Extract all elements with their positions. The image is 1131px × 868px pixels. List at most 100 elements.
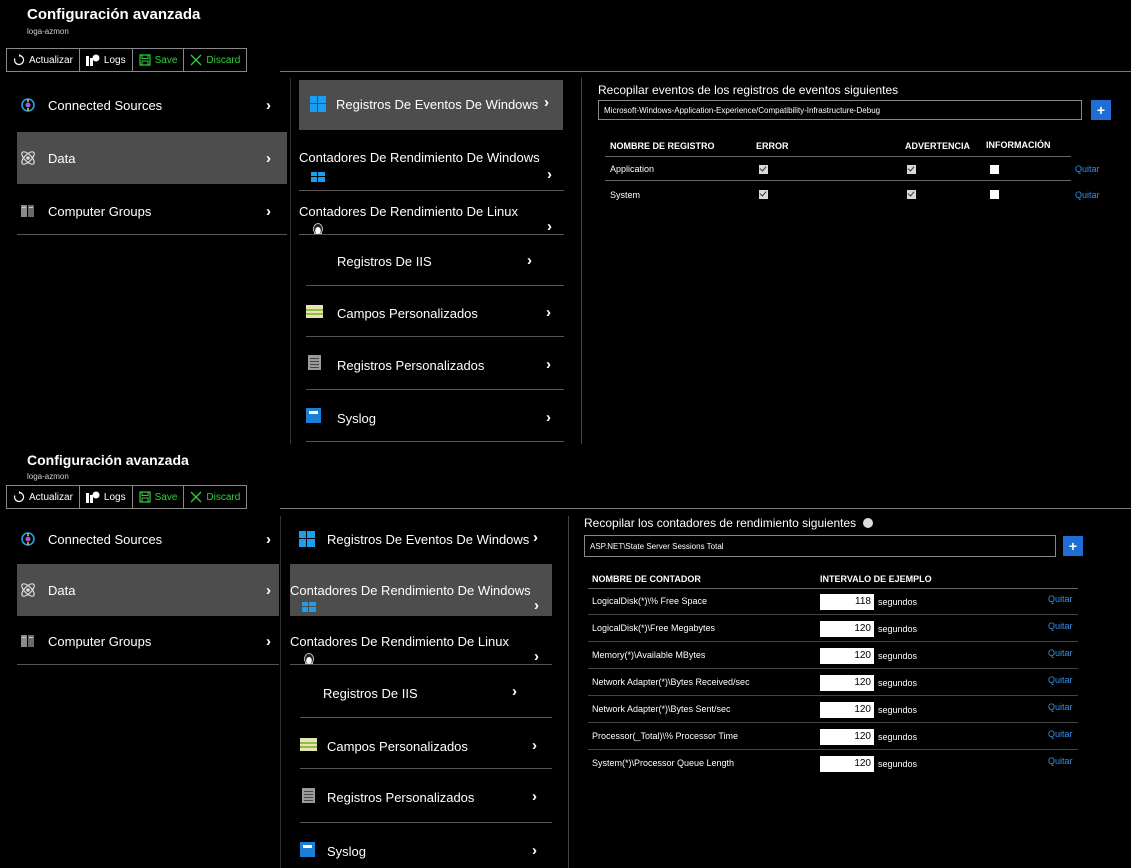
divider (306, 285, 564, 286)
save-button[interactable]: Save (131, 48, 185, 72)
interval-input[interactable]: 120 (820, 648, 874, 664)
remove-link[interactable]: Quitar (1075, 164, 1100, 174)
remove-link[interactable]: Quitar (1048, 594, 1073, 604)
add-event-log-button[interactable]: + (1091, 100, 1111, 120)
remove-link[interactable]: Quitar (1048, 675, 1073, 685)
nav-connected-sources[interactable]: Connected Sources › (17, 516, 279, 562)
remove-link[interactable]: Quitar (1048, 756, 1073, 766)
interval-unit: segundos (878, 651, 918, 661)
discard-button[interactable]: Discard (183, 48, 248, 72)
chevron-right-icon: › (547, 218, 552, 235)
workspace-name: loga-azmon (27, 27, 69, 36)
data-atom-icon (17, 581, 39, 599)
row-divider (588, 695, 1078, 696)
event-log-input[interactable] (598, 100, 1082, 120)
page-title: Configuración avanzada (27, 452, 189, 468)
syslog-icon (306, 408, 321, 426)
divider (306, 336, 564, 337)
computer-groups-icon (17, 633, 39, 649)
divider (300, 768, 552, 769)
chevron-right-icon: › (546, 356, 551, 373)
windows-icon (311, 170, 325, 185)
interval-input[interactable]: 120 (820, 675, 874, 691)
add-counter-button[interactable]: + (1063, 536, 1083, 556)
interval-input[interactable]: 120 (820, 729, 874, 745)
logs-button[interactable]: Logs (78, 485, 133, 509)
remove-link[interactable]: Quitar (1048, 621, 1073, 631)
nav-iis-logs[interactable]: Registros De IIS › (300, 668, 552, 714)
remove-link[interactable]: Quitar (1048, 729, 1073, 739)
nav-data[interactable]: Data › (17, 132, 287, 184)
chevron-right-icon: › (534, 597, 539, 614)
nav-linux-perf-counters[interactable]: Contadores De Rendimiento De Linux › (299, 198, 563, 242)
remove-link[interactable]: Quitar (1075, 190, 1100, 200)
information-checkbox[interactable] (990, 190, 999, 199)
info-icon (862, 518, 873, 528)
nav-data[interactable]: Data › (17, 564, 279, 616)
counter-name: LogicalDisk(*)\% Free Space (592, 596, 708, 606)
error-checkbox[interactable] (759, 190, 768, 199)
nav-custom-fields[interactable]: Campos Personalizados › (306, 288, 564, 334)
error-checkbox[interactable] (759, 165, 768, 174)
interval-input[interactable]: 120 (820, 756, 874, 772)
col-warning: ADVERTENCIA (905, 141, 971, 151)
nav-syslog[interactable]: Syslog › (306, 393, 564, 439)
connected-sources-icon (17, 97, 39, 113)
custom-fields-icon (306, 305, 323, 321)
nav-syslog[interactable]: Syslog › (300, 826, 552, 868)
logs-button[interactable]: Logs (78, 48, 133, 72)
row-divider (588, 614, 1078, 615)
nav-windows-perf-counters[interactable]: Contadores De Rendimiento De Windows › (299, 144, 563, 188)
divider (300, 717, 552, 718)
toolbar: Actualizar Logs Save Discard (6, 48, 248, 72)
computer-groups-icon (17, 203, 39, 219)
chevron-right-icon: › (266, 632, 271, 650)
nav-windows-event-logs[interactable]: Registros De Eventos De Windows › (290, 516, 552, 562)
interval-unit: segundos (878, 597, 918, 607)
counter-name: Network Adapter(*)\Bytes Sent/sec (592, 704, 731, 714)
divider (300, 822, 552, 823)
save-icon (138, 54, 151, 66)
discard-button[interactable]: Discard (183, 485, 248, 509)
remove-link[interactable]: Quitar (1048, 702, 1073, 712)
nav-iis-logs[interactable]: Registros De IIS › (306, 238, 564, 284)
chevron-right-icon: › (546, 304, 551, 321)
interval-input[interactable]: 118 (820, 594, 874, 610)
refresh-icon (13, 54, 25, 66)
refresh-icon (13, 491, 25, 503)
nav-computer-groups[interactable]: Computer Groups › (17, 618, 279, 665)
divider (306, 389, 564, 390)
nav-linux-perf-counters[interactable]: Contadores De Rendimiento De Linux › (290, 622, 552, 668)
log-name: System (610, 190, 641, 200)
workspace-name: loga-azmon (27, 472, 69, 481)
interval-input[interactable]: 120 (820, 702, 874, 718)
nav-windows-event-logs[interactable]: Registros De Eventos De Windows › (299, 80, 563, 130)
remove-link[interactable]: Quitar (1048, 648, 1073, 658)
warning-checkbox[interactable] (907, 165, 916, 174)
save-button[interactable]: Save (131, 485, 185, 509)
divider (299, 234, 564, 235)
custom-logs-icon (302, 788, 315, 806)
nav-custom-fields[interactable]: Campos Personalizados › (300, 720, 552, 766)
nav-custom-logs[interactable]: Registros Personalizados › (306, 340, 564, 386)
divider (290, 664, 552, 665)
data-types-column: Registros De Eventos De Windows › Contad… (290, 78, 582, 444)
col-information: INFORMACIÓN (986, 140, 1051, 150)
nav-connected-sources[interactable]: Connected Sources › (17, 82, 287, 128)
counter-input[interactable] (584, 535, 1056, 557)
row-divider (588, 722, 1078, 723)
interval-unit: segundos (878, 759, 918, 769)
nav-computer-groups[interactable]: Computer Groups › (17, 188, 287, 235)
refresh-button[interactable]: Actualizar (6, 48, 80, 72)
panel-event-logs: Configuración avanzada loga-azmon Actual… (0, 0, 1131, 444)
nav-windows-perf-counters[interactable]: Contadores De Rendimiento De Windows › (290, 564, 552, 616)
information-checkbox[interactable] (990, 165, 999, 174)
interval-input[interactable]: 120 (820, 621, 874, 637)
counter-name: Network Adapter(*)\Bytes Received/sec (592, 677, 750, 687)
refresh-button[interactable]: Actualizar (6, 485, 80, 509)
perf-counters-config: Recopilar los contadores de rendimiento … (568, 516, 1131, 868)
nav-custom-logs[interactable]: Registros Personalizados › (300, 772, 552, 818)
warning-checkbox[interactable] (907, 190, 916, 199)
table-header-line (588, 588, 1078, 589)
divider (299, 190, 564, 191)
